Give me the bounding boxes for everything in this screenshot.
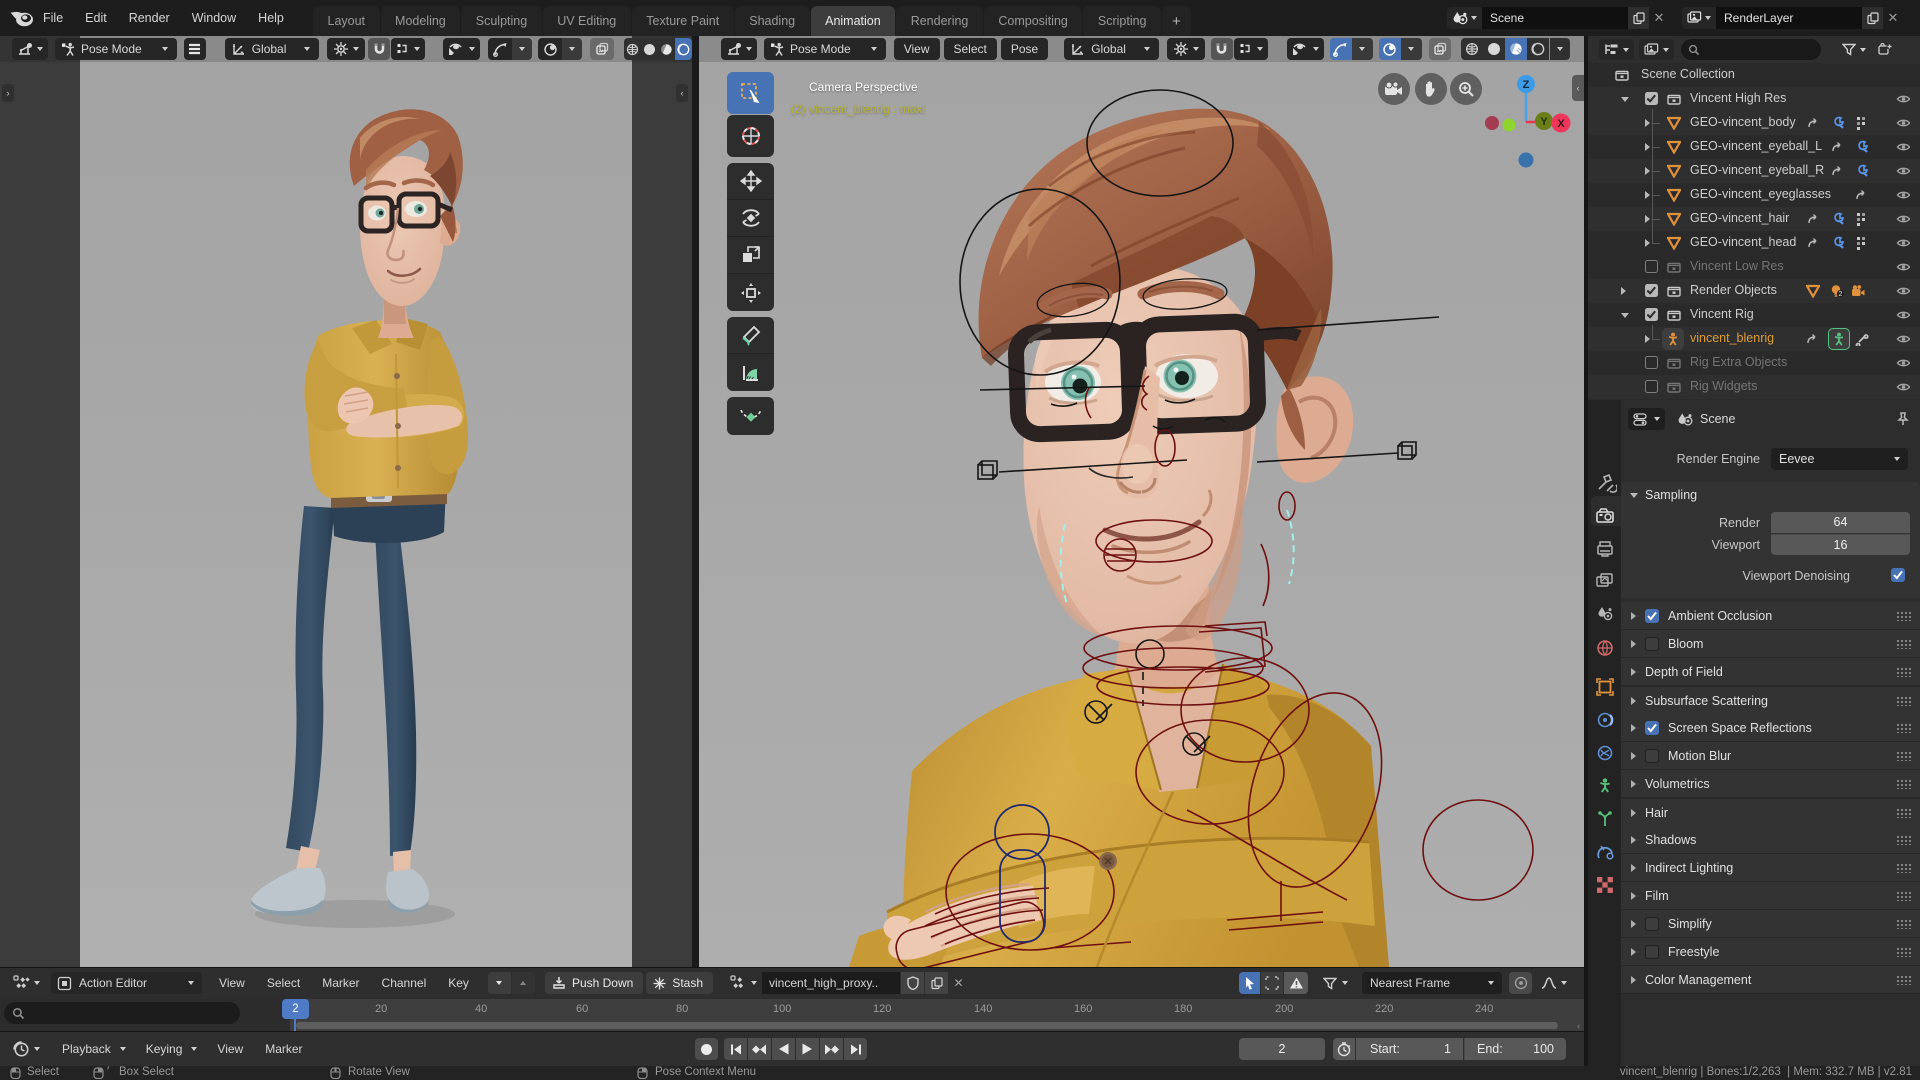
svg-text:Z: Z: [1523, 79, 1530, 91]
svg-text:X: X: [1557, 118, 1565, 130]
svg-text:Y: Y: [1540, 116, 1548, 128]
